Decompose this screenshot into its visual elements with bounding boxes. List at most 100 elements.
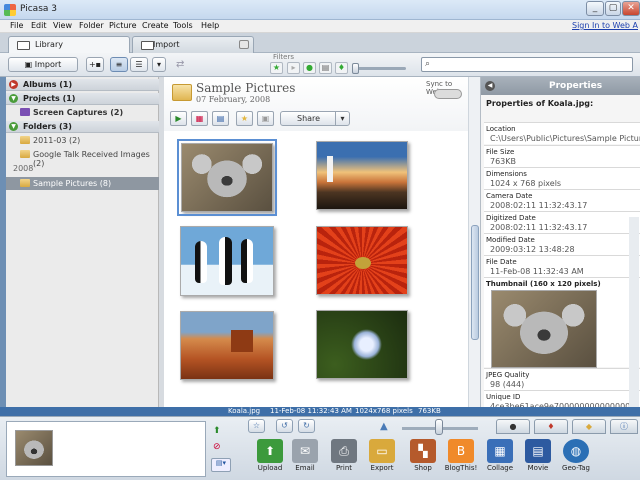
star-tray-button[interactable]: ☆ [248,419,265,433]
prop-location: Location C:\Users\Public\Pictures\Sample… [484,122,640,144]
slideshow-button[interactable]: ▶ [170,111,187,126]
photo-thumbnail-koala[interactable] [177,139,277,216]
properties-scrollbar[interactable] [629,217,639,407]
prop-key: Modified Date [486,236,535,244]
minimize-button[interactable]: _ [586,1,604,16]
sidebar-item-google-talk[interactable]: Google Talk Received Images (2) [6,148,159,168]
tree-view-button[interactable]: ☰ [130,57,148,72]
rotate-left-button[interactable]: ↺ [276,419,293,433]
menu-file[interactable]: File [10,21,23,30]
thumbnail-size-icon: ▲ [380,421,388,432]
tab-close-icon[interactable] [239,40,249,49]
menu-picture[interactable]: Picture [109,21,137,30]
person-icon: ● [509,422,517,431]
status-bar: Koala.jpg 11-Feb-08 11:32:43 AM 1024x768… [0,407,640,416]
prop-digitized-date: Digitized Date 2008:02:11 11:32:43.17 [484,211,640,233]
tab-import[interactable]: Import [132,36,254,53]
filter-video-button[interactable]: ▸ [287,62,300,74]
add-to-album-button[interactable]: ▤▾ [211,458,231,472]
prop-unique-id: Unique ID 4ce3be61ace9e7000000000000000 [484,390,640,407]
rotate-right-button[interactable]: ↻ [298,419,315,433]
upload-button[interactable]: ⬆ Upload [250,439,290,480]
menu-tools[interactable]: Tools [173,21,193,30]
view-menu-button[interactable]: ▾ [152,57,166,72]
menu-view[interactable]: View [53,21,72,30]
menu-help[interactable]: Help [201,21,219,30]
menu-create[interactable]: Create [142,21,169,30]
hold-pin-icon[interactable]: ⬆ [213,426,227,438]
album-title[interactable]: Sample Pictures [196,81,295,95]
email-button[interactable]: ✉ Email [285,439,325,480]
filter-date-slider[interactable] [354,67,406,70]
print-button[interactable]: ⎙ Print [324,439,364,480]
search-input[interactable]: ⌕ [421,57,633,72]
photo-thumbnail-chrysanthemum[interactable] [316,226,408,295]
photo-tray: ⬆ ⊘ ▤▾ ☆ ↺ ↻ ▲ ● ♦ ◆ ⓘ ⬆ Upload ✉ Email … [0,416,640,480]
folders-section-header[interactable]: ▼ Folders (3) [6,121,159,133]
movie-button[interactable]: ▤ Movie [518,439,558,480]
clear-selection-icon[interactable]: ⊘ [213,442,227,454]
tray-thumbnail-koala[interactable] [15,430,53,466]
save-album-button[interactable]: ▣ [257,111,274,126]
maximize-button[interactable]: ▢ [605,1,621,16]
penguin-shape [241,239,253,283]
export-icon: ▭ [369,439,395,463]
places-pane-tab[interactable]: ♦ [534,419,568,434]
toolbar: ▣ Import +▪ ≡ ☰ ▾ ⇄ Filters ★ ▸ ● ▤ ♦ ⌕ [0,53,640,77]
thumbnail-size-handle[interactable] [435,419,443,435]
menu-folder[interactable]: Folder [79,21,104,30]
share-button[interactable]: Share ▾ [280,111,350,126]
photo-grid-scrollbar[interactable] [468,77,480,407]
sign-in-link[interactable]: Sign In to Web A [572,21,638,30]
add-album-button[interactable]: +▪ [86,57,104,72]
photo-thumbnail-desert[interactable] [180,311,274,380]
tab-library[interactable]: Library [8,36,130,53]
collage-label: Collage [486,464,514,472]
properties-header: ◀ Properties [481,77,640,95]
albums-section-header[interactable]: ▶ Albums (1) [6,79,159,91]
project-icon [20,108,30,116]
chevron-down-icon: ▾ [335,112,349,125]
sync-to-web-toggle[interactable] [434,89,462,99]
photo-thumbnail-hydrangeas[interactable] [316,310,408,379]
prop-dimensions: Dimensions 1024 x 768 pixels [484,167,640,189]
shop-button[interactable]: ▚ Shop [403,439,443,480]
geotag-button[interactable]: ◍ Geo-Tag [556,439,596,480]
shop-icon: ▚ [410,439,436,463]
collage-button[interactable]: ▦ Collage [480,439,520,480]
close-button[interactable]: ✕ [622,1,640,16]
back-arrow-icon[interactable]: ◀ [485,81,495,91]
properties-pane-tab[interactable]: ⓘ [610,419,638,434]
star-album-button[interactable]: ★ [236,111,253,126]
flat-view-button[interactable]: ≡ [110,57,128,72]
sidebar-item-2011-03[interactable]: 2011-03 (2) [6,134,159,147]
projects-section-header[interactable]: ▼ Projects (1) [6,93,159,105]
filter-uploaded-button[interactable]: ▤ [319,62,332,74]
collapse-icon: ▼ [9,94,18,103]
people-pane-tab[interactable]: ● [496,419,530,434]
print-label: Print [335,464,353,472]
collage-album-button[interactable]: ▦ [191,111,208,126]
export-button[interactable]: ▭ Export [362,439,402,480]
sidebar-item-sample-pictures[interactable]: Sample Pictures (8) [6,177,159,190]
photo-thumbnail-lighthouse[interactable] [316,141,408,210]
penguin-shape [219,237,232,285]
sidebar-item-label: Sample Pictures (8) [33,179,112,188]
menu-edit[interactable]: Edit [31,21,47,30]
import-button[interactable]: ▣ Import [8,57,78,72]
blogthis-label: BlogThis! [444,464,478,472]
filter-people-button[interactable]: ● [303,62,316,74]
menu-bar: File Edit View Folder Picture Create Too… [0,20,640,33]
photo-thumbnail-penguins[interactable] [180,226,274,296]
filter-slider-handle[interactable] [352,63,359,74]
scrollbar-thumb[interactable] [471,225,479,340]
save-icon: ▣ [261,114,270,123]
sidebar-item-screen-captures[interactable]: Screen Captures (2) [6,106,159,119]
export-label: Export [370,464,394,472]
blogthis-button[interactable]: B BlogThis! [441,439,481,480]
filter-geotag-button[interactable]: ♦ [335,62,348,74]
tags-pane-tab[interactable]: ◆ [572,419,606,434]
movie-album-button[interactable]: ▤ [212,111,229,126]
filter-starred-button[interactable]: ★ [270,62,283,74]
chevron-down-icon: ▾ [156,60,161,69]
